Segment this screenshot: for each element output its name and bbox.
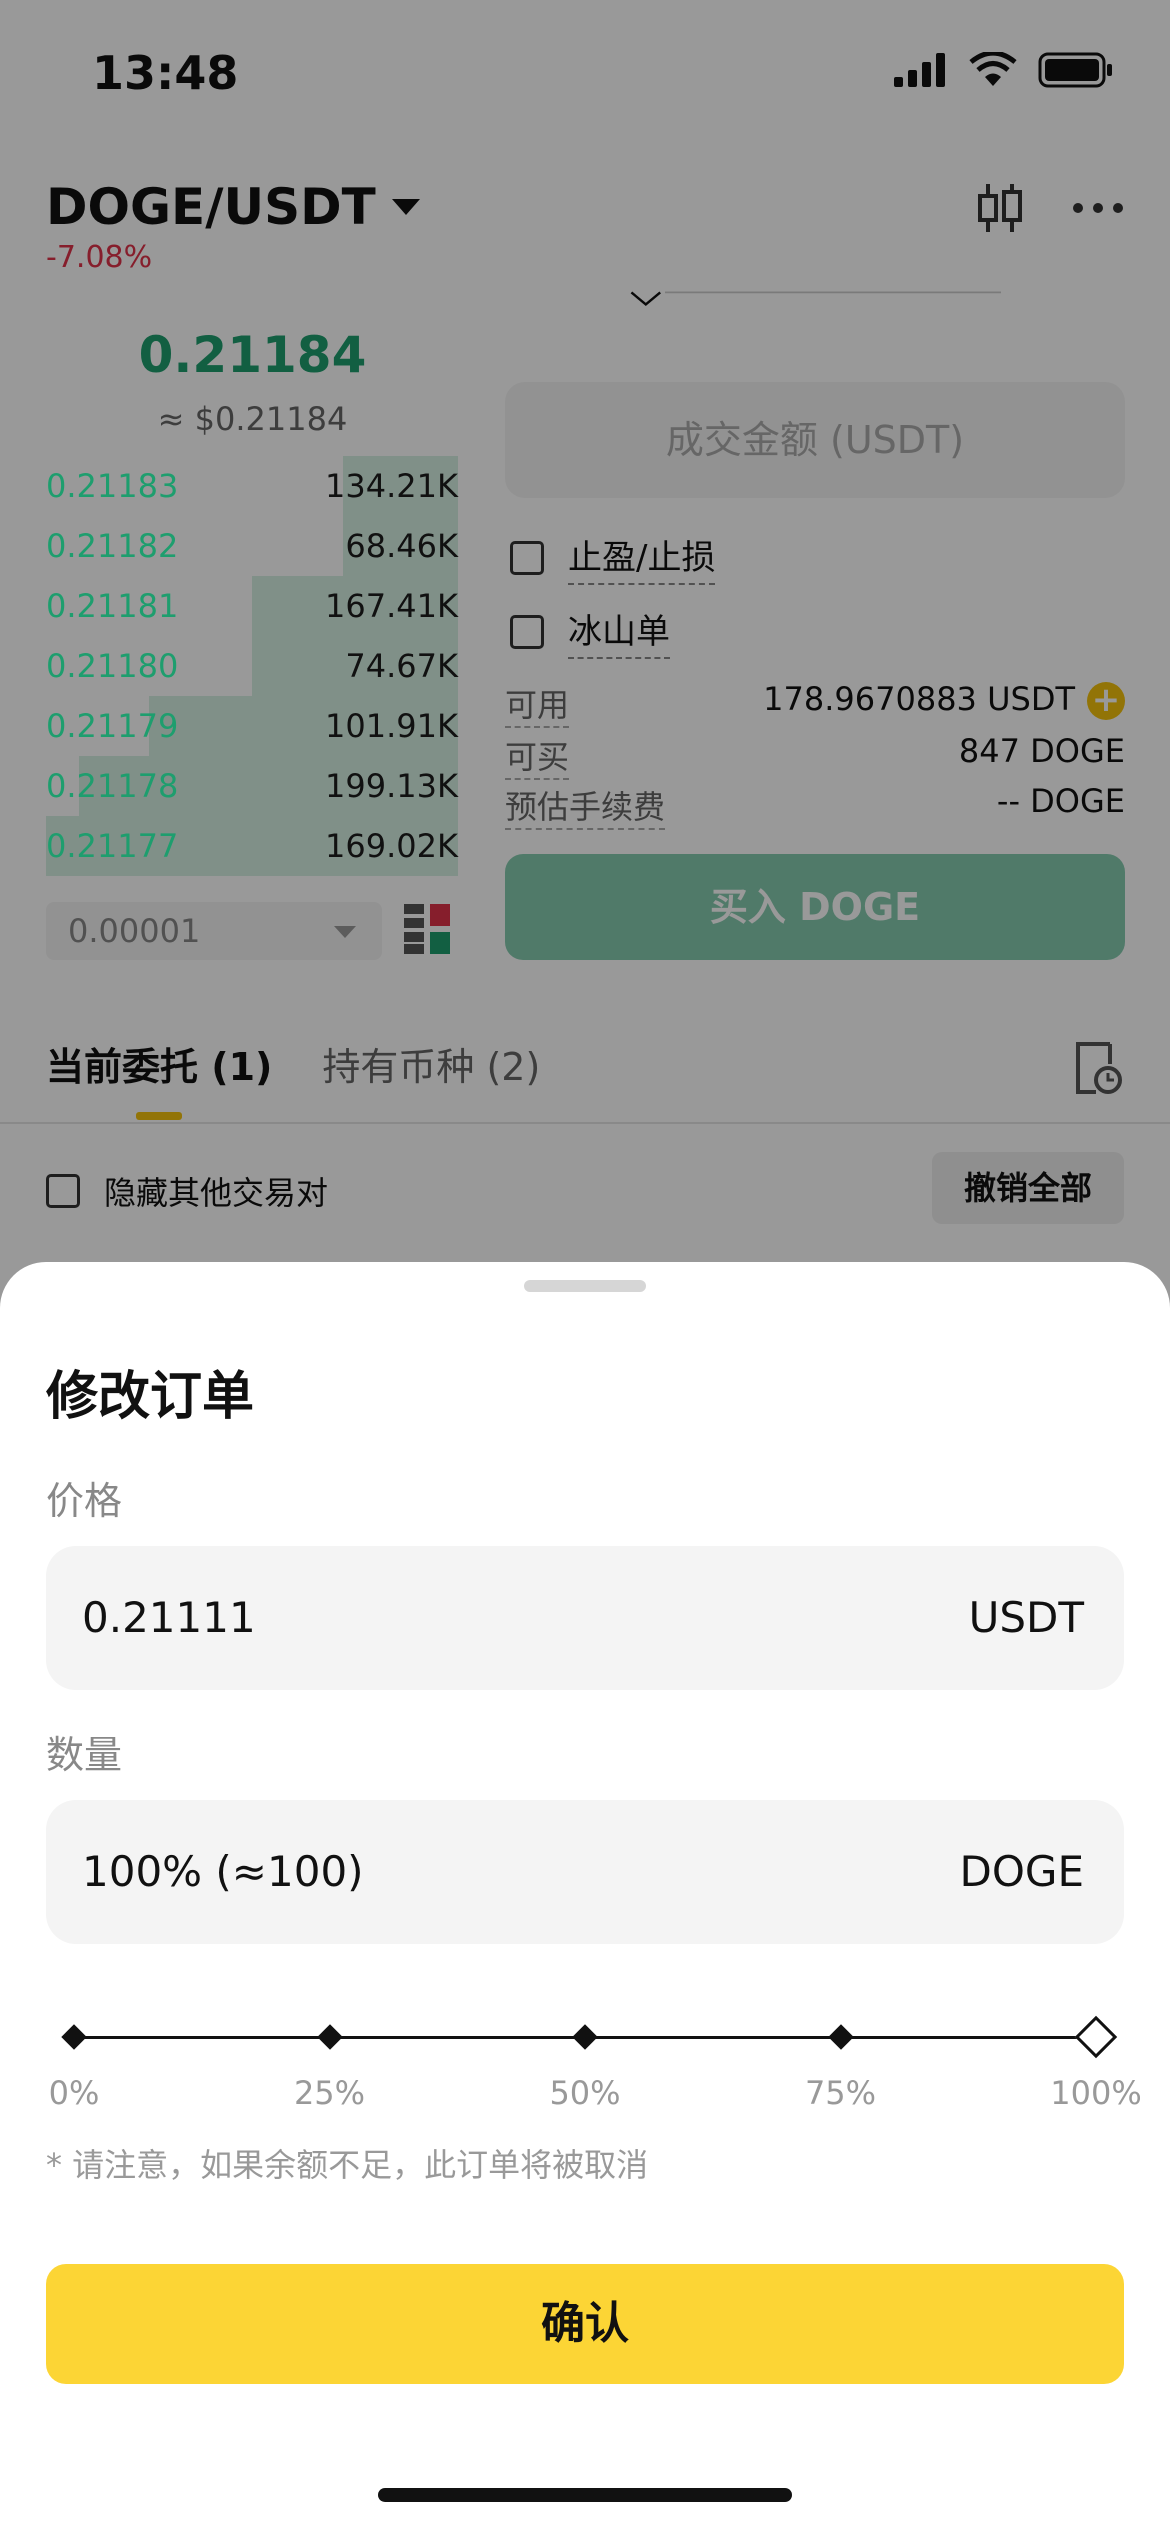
quantity-label: 数量 [46,1733,123,1777]
slider-tick-label: 25% [293,2074,366,2112]
quantity-unit: DOGE [959,1847,1084,1896]
slider-tick-label: 75% [804,2074,877,2112]
slider-stop[interactable] [61,2024,87,2050]
order-book-qty: 167.41K [325,587,458,625]
order-book-qty: 199.13K [325,767,458,805]
slider-stop[interactable] [316,2024,343,2050]
order-book-qty: 169.02K [325,827,458,865]
diamond-icon [827,2024,854,2050]
quantity-field[interactable]: 100% (≈100) DOGE [46,1800,1124,1944]
order-book-qty: 74.67K [345,647,458,685]
price-field[interactable]: 0.21111 USDT [46,1546,1124,1690]
order-book-price: 0.21177 [46,827,179,865]
modify-order-sheet: 修改订单 价格 0.21111 USDT 数量 100% (≈100) DOGE… [0,1262,1170,2532]
sheet-title: 修改订单 [46,1367,255,1427]
diamond-icon [1074,2015,1118,2059]
sheet-grabber[interactable] [524,1280,646,1292]
diamond-icon [61,2024,87,2050]
order-book-price: 0.21178 [46,767,179,805]
cancel-warning-note: * 请注意，如果余额不足，此订单将被取消 [46,2146,649,2184]
diamond-icon [572,2024,598,2050]
price-label: 价格 [46,1479,123,1523]
quantity-slider[interactable]: 0% 25% 50% 75% 100% [46,2002,1142,2112]
slider-stop[interactable] [572,2024,598,2050]
order-book-price: 0.21180 [46,647,179,685]
order-book-price: 0.21182 [46,527,179,565]
diamond-icon [316,2024,343,2050]
slider-tick-label: 50% [549,2074,621,2112]
slider-thumb[interactable] [1074,2015,1118,2059]
confirm-button[interactable]: 确认 [46,2264,1124,2384]
price-value: 0.21111 [82,1593,256,1642]
order-book-price: 0.21181 [46,587,179,625]
slider-tick-label: 0% [48,2074,100,2112]
order-book-qty: 134.21K [325,467,458,505]
quantity-value: 100% (≈100) [82,1847,364,1896]
order-book-price: 0.21183 [46,467,179,505]
order-book-price: 0.21179 [46,707,179,745]
slider-tick-label: 100% [1050,2074,1142,2112]
order-book-qty: 68.46K [345,527,458,565]
order-book-qty: 101.91K [325,707,458,745]
slider-stop[interactable] [827,2024,854,2050]
home-indicator [378,2488,792,2502]
price-unit: USDT [968,1593,1084,1642]
